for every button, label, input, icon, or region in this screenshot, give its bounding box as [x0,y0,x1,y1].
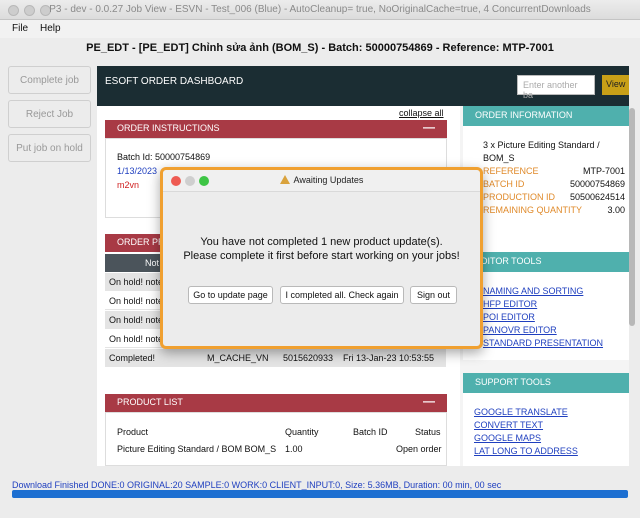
completed-time: Fri 13-Jan-23 10:53:55 [343,353,435,363]
product-list-panel: Product Quantity Batch ID Status Picture… [105,412,447,466]
batch-id-label: BATCH ID [483,179,525,189]
table-row: Completed! M_CACHE_VN 5015620933 Fri 13-… [105,349,446,367]
product-list-title: PRODUCT LIST [117,397,183,407]
hfp-editor-link[interactable]: HFP EDITOR [483,299,537,309]
status-column-header: Status [415,427,441,437]
collapse-all-link[interactable]: collapse all [399,108,444,118]
download-status: Download Finished DONE:0 ORIGINAL:20 SAM… [12,480,502,490]
lat-long-address-link[interactable]: LAT LONG TO ADDRESS [474,446,578,456]
menu-file[interactable]: File [12,23,28,34]
editor-tools-panel: NAMING AND SORTING HFP EDITOR POI EDITOR… [463,272,629,360]
google-maps-link[interactable]: GOOGLE MAPS [474,433,541,443]
batch-id-text: Batch Id: 50000754869 [117,152,211,162]
completed-step: M_CACHE_VN [207,353,269,363]
complete-job-button[interactable]: Complete job [8,66,91,94]
product-column-header: Product [117,427,149,437]
product-status-cell: Open order [396,444,442,454]
order-desc-line2: BOM_S [483,153,515,163]
reference-value: MTP-7001 [582,166,625,176]
completed-id: 5015620933 [283,353,334,363]
production-id-value: 50500624514 [569,192,625,202]
remaining-quantity-label: REMAINING QUANTITY [483,205,583,215]
order-instructions-title: ORDER INSTRUCTIONS [117,123,220,133]
collapse-minus-icon[interactable]: — [423,394,435,408]
vertical-scrollbar[interactable] [629,108,635,326]
standard-presentation-link[interactable]: STANDARD PRESENTATION [483,338,603,348]
batch-column-header: Batch ID [353,427,388,437]
naming-sorting-link[interactable]: NAMING AND SORTING [483,286,583,296]
hold-job-button[interactable]: Put job on hold [8,134,91,162]
window-title: P3 - dev - 0.0.27 Job View - ESVN - Test… [49,4,591,15]
menu-help[interactable]: Help [40,23,61,34]
completed-status: Completed! [109,353,156,363]
batch-id-value: 50000754869 [569,179,625,189]
poi-editor-link[interactable]: POI EDITOR [483,312,535,322]
view-button[interactable]: View [602,75,629,95]
support-tools-panel: GOOGLE TRANSLATE CONVERT TEXT GOOGLE MAP… [463,393,629,466]
reject-job-button[interactable]: Reject Job [8,100,91,128]
order-instructions-header[interactable]: ORDER INSTRUCTIONS — [105,120,447,138]
order-information-title: ORDER INFORMATION [475,110,573,120]
dialog-title-text: Awaiting Updates [293,175,364,185]
support-tools-header[interactable]: SUPPORT TOOLS [463,373,629,393]
panovr-editor-link[interactable]: PANOVR EDITOR [483,325,557,335]
dashboard-title: ESOFT ORDER DASHBOARD [105,76,244,87]
menu-bar: File Help [0,20,640,38]
instruction-date: 1/13/2023 [117,166,158,176]
instruction-user: m2vn [117,180,140,190]
note-column-header: Not [145,258,160,268]
dialog-title: Awaiting Updates [163,175,480,185]
warning-icon [279,175,290,184]
window-titlebar: P3 - dev - 0.0.27 Job View - ESVN - Test… [0,0,640,20]
batch-search-input[interactable]: Enter another ba [517,75,595,100]
download-progress-bar [12,490,628,498]
order-information-header[interactable]: ORDER INFORMATION [463,106,629,126]
order-information-panel: 3 x Picture Editing Standard / BOM_S REF… [463,126,629,254]
product-list-header[interactable]: PRODUCT LIST — [105,394,447,412]
convert-text-link[interactable]: CONVERT TEXT [474,420,543,430]
product-quantity-cell: 1.00 [285,444,303,454]
editor-tools-header[interactable]: EDITOR TOOLS [463,252,629,272]
check-again-button[interactable]: I completed all. Check again [280,286,404,304]
awaiting-updates-dialog: Awaiting Updates You have not completed … [160,167,483,349]
order-progress-title: ORDER PR [117,237,165,247]
quantity-column-header: Quantity [285,427,319,437]
product-name-cell: Picture Editing Standard / BOM BOM_S [117,444,277,454]
sign-out-button[interactable]: Sign out [410,286,457,304]
dashboard-header: ESOFT ORDER DASHBOARD Enter another ba V… [97,66,629,106]
job-header: PE_EDT - [PE_EDT] Chỉnh sửa ảnh (BOM_S) … [86,42,554,54]
order-desc-line1: 3 x Picture Editing Standard / [483,140,600,150]
dialog-message-line2: Please complete it first before start wo… [183,250,460,262]
row-note: On hold! note [109,296,164,306]
support-tools-title: SUPPORT TOOLS [475,377,551,387]
editor-tools-title: EDITOR TOOLS [475,256,542,266]
row-note: On hold! note [109,277,164,287]
row-note: On hold! note [109,334,164,344]
row-note: On hold! note [109,315,164,325]
dialog-titlebar: Awaiting Updates [163,170,480,192]
collapse-minus-icon[interactable]: — [423,120,435,134]
dialog-message-line1: You have not completed 1 new product upd… [200,236,443,248]
go-to-update-button[interactable]: Go to update page [188,286,273,304]
production-id-label: PRODUCTION ID [483,192,555,202]
remaining-quantity-value: 3.00 [607,205,625,215]
reference-label: REFERENCE [483,166,539,176]
google-translate-link[interactable]: GOOGLE TRANSLATE [474,407,568,417]
